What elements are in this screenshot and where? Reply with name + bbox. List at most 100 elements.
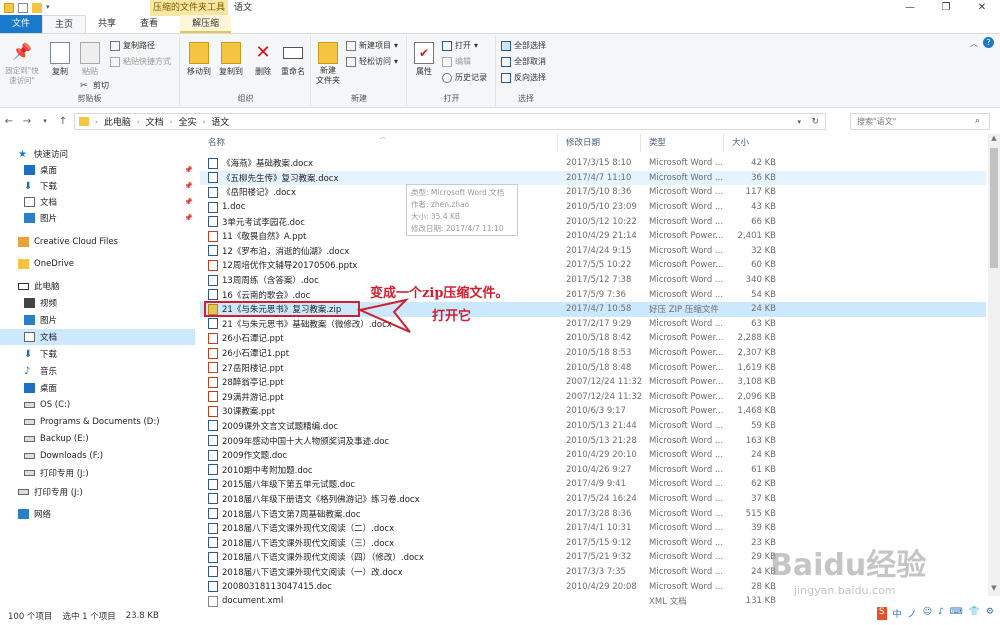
- file-row[interactable]: 26小石潭记.ppt 2010/5/18 8:42 Microsoft Power.…: [200, 331, 986, 346]
- invert-selection-button[interactable]: 反向选择: [501, 72, 546, 83]
- pin-icon[interactable]: 📌: [184, 166, 193, 174]
- properties-button[interactable]: ✔ 属性: [408, 40, 440, 77]
- file-row[interactable]: 12周培优作文辅导20170506.pptx 2017/5/5 10:22 Micr…: [200, 258, 986, 273]
- nav-item-drive-j-root[interactable]: 打印专用 (J:): [18, 484, 83, 500]
- file-row[interactable]: 2009作文题.doc 2010/4/29 20:10 Microsoft Word…: [200, 448, 986, 463]
- chevron-right-icon[interactable]: ›: [137, 118, 140, 126]
- minimize-button[interactable]: —: [892, 0, 928, 16]
- nav-item-this-pc[interactable]: 此电脑: [18, 278, 60, 294]
- file-row[interactable]: 2015届八年级下第五单元试题.doc 2017/4/9 9:41 Microsof…: [200, 477, 986, 492]
- new-folder-button[interactable]: 新建 文件夹: [312, 40, 344, 86]
- cut-button[interactable]: ✂ 剪切: [80, 80, 109, 91]
- sogou-icon[interactable]: S: [876, 607, 887, 620]
- history-button[interactable]: 历史记录: [442, 72, 487, 83]
- rename-button[interactable]: 重命名: [277, 40, 309, 77]
- file-row[interactable]: 12《罗布泊，消逝的仙湖》.docx 2017/4/24 9:15 Microsof…: [200, 244, 986, 259]
- nav-item-desktop-pc[interactable]: 桌面: [24, 380, 57, 396]
- scroll-down-icon[interactable]: ▼: [988, 584, 1000, 596]
- pin-icon[interactable]: 📌: [184, 214, 193, 222]
- emoji-icon[interactable]: ☺: [923, 607, 932, 620]
- file-row[interactable]: 28醉翁亭记.ppt 2007/12/24 11:32 Microsoft Powe…: [200, 375, 986, 390]
- ribbon-collapse-icon[interactable]: ︿: [970, 38, 978, 49]
- file-row[interactable]: 30课教案.ppt 2010/6/3 9:17 Microsoft Power...…: [200, 404, 986, 419]
- paste-button[interactable]: 粘贴: [74, 40, 106, 77]
- chevron-down-icon[interactable]: ▾: [797, 118, 801, 126]
- nav-item-network[interactable]: 网络: [18, 506, 51, 522]
- paste-shortcut-button[interactable]: 粘贴快捷方式: [110, 56, 171, 67]
- nav-item-documents[interactable]: 文档: [24, 194, 57, 210]
- select-all-button[interactable]: 全部选择: [501, 40, 546, 51]
- select-none-button[interactable]: 全部取消: [501, 56, 546, 67]
- nav-item-drive-j[interactable]: 打印专用 (J:): [24, 465, 89, 481]
- new-folder-icon[interactable]: [32, 3, 42, 13]
- nav-item-drive-c[interactable]: OS (C:): [24, 397, 70, 413]
- breadcrumb-item[interactable]: 文档: [146, 115, 164, 128]
- up-arrow-icon[interactable]: ↑: [54, 116, 72, 127]
- file-row[interactable]: 2018届八年级下册语文《格列佛游记》练习卷.docx 2017/5/24 16:…: [200, 492, 986, 507]
- breadcrumb-item[interactable]: 语文: [211, 115, 229, 128]
- properties-icon[interactable]: [18, 3, 28, 13]
- open-button[interactable]: 打开 ▾: [442, 40, 478, 51]
- chevron-right-icon[interactable]: ›: [202, 118, 205, 126]
- scroll-up-icon[interactable]: ▲: [988, 134, 1000, 146]
- move-to-button[interactable]: 移动到: [183, 40, 215, 77]
- vertical-scrollbar[interactable]: ▲ ▼: [988, 134, 1000, 596]
- chevron-down-icon[interactable]: ▾: [46, 3, 54, 13]
- copy-to-button[interactable]: 复制到: [215, 40, 247, 77]
- skin-icon[interactable]: 👕: [969, 607, 980, 620]
- edit-button[interactable]: 编辑: [442, 56, 471, 67]
- nav-item-downloads-pc[interactable]: ⬇ 下载: [24, 346, 57, 362]
- file-row[interactable]: 27岳阳楼记.ppt 2010/5/18 8:48 Microsoft Power.…: [200, 360, 986, 375]
- column-header-size[interactable]: 大小: [724, 134, 784, 152]
- file-row[interactable]: 2018届八下语文第7周基础教案.doc 2017/3/28 8:36 Micros…: [200, 506, 986, 521]
- close-button[interactable]: ✕: [964, 0, 1000, 16]
- nav-item-videos[interactable]: 视频: [24, 295, 57, 311]
- file-row[interactable]: 21《与朱元思书》基础教案（微修改）.docx 2017/2/17 9:29 Mic…: [200, 317, 986, 332]
- chevron-down-icon[interactable]: ▾: [36, 117, 54, 125]
- pin-quick-access-button[interactable]: 📌 固定到"快速访问": [2, 40, 42, 86]
- breadcrumb-item[interactable]: 全实: [178, 115, 196, 128]
- tab-file[interactable]: 文件: [0, 15, 43, 33]
- file-row[interactable]: 3单元考试李园花.doc 2010/5/12 10:22 Microsoft Wor…: [200, 214, 986, 229]
- settings-icon[interactable]: ⚙: [986, 607, 994, 620]
- voice-icon[interactable]: ♪: [938, 607, 944, 620]
- file-row[interactable]: 1.doc 2010/5/10 23:09 Microsoft Word ... 43…: [200, 200, 986, 215]
- new-item-button[interactable]: 新建项目 ▾: [346, 40, 398, 51]
- file-row[interactable]: 2009年感动中国十大人物颁奖词及事迹.doc 2010/5/13 21:28 Mi…: [200, 433, 986, 448]
- nav-item-pictures-pc[interactable]: 图片: [24, 312, 57, 328]
- nav-item-documents-pc[interactable]: 文档: [0, 329, 195, 345]
- tab-view[interactable]: 查看: [128, 15, 170, 33]
- help-icon[interactable]: ?: [983, 37, 994, 48]
- nav-item-onedrive[interactable]: OneDrive: [18, 256, 74, 272]
- column-header-type[interactable]: 类型: [641, 134, 724, 152]
- nav-item-pictures[interactable]: 图片: [24, 210, 57, 226]
- file-row[interactable]: 《五柳先生传》复习教案.docx 2017/4/7 11:10 Microsoft …: [200, 170, 986, 186]
- keyboard-icon[interactable]: ⌨: [950, 607, 963, 620]
- file-row[interactable]: 16《云南的歌会》.doc 2017/5/9 7:36 Microsoft Word…: [200, 287, 986, 302]
- file-row[interactable]: 26小石潭记1.ppt 2010/5/18 8:53 Microsoft Power…: [200, 346, 986, 361]
- language-mode-icon[interactable]: 中: [893, 607, 902, 620]
- scrollbar-thumb[interactable]: [990, 148, 998, 268]
- forward-arrow-icon[interactable]: →: [18, 116, 36, 127]
- address-field[interactable]: › 此电脑 › 文档 › 全实 › 语文 ▾ ↻: [74, 113, 826, 130]
- file-row[interactable]: 《岳阳楼记》.docx 2017/5/10 8:36 Microsoft Word …: [200, 185, 986, 200]
- nav-item-downloads[interactable]: ⬇ 下载: [24, 178, 57, 194]
- maximize-button[interactable]: ❐: [928, 0, 964, 16]
- file-row[interactable]: 2010期中考附加题.doc 2010/4/26 9:27 Microsoft Wo…: [200, 462, 986, 477]
- copy-button[interactable]: 复制: [44, 40, 76, 77]
- column-header-date[interactable]: 修改日期: [558, 134, 641, 152]
- pin-icon[interactable]: 📌: [184, 182, 193, 190]
- tab-share[interactable]: 共享: [86, 15, 128, 33]
- tab-home[interactable]: 主页: [42, 15, 87, 33]
- search-input[interactable]: 搜索"语文" ⌕: [850, 113, 990, 130]
- column-header-name[interactable]: 名称: [200, 134, 558, 152]
- chevron-right-icon[interactable]: ›: [170, 118, 173, 126]
- punctuation-icon[interactable]: ノ: [908, 607, 917, 620]
- file-row[interactable]: 11《敬畏自然》A.ppt 2010/4/29 21:14 Microsoft Po…: [200, 229, 986, 244]
- copy-path-button[interactable]: 复制路径: [110, 40, 155, 51]
- file-row[interactable]: 2009课外文言文试题精编.doc 2010/5/13 21:44 Microsof…: [200, 419, 986, 434]
- breadcrumb-item[interactable]: 此电脑: [104, 115, 131, 128]
- nav-item-drive-d[interactable]: Programs & Documents (D:): [24, 414, 160, 430]
- file-row[interactable]: 2018届八下语文课外现代文阅读（二）.docx 2017/4/1 10:31 Mi…: [200, 521, 986, 536]
- nav-item-drive-e[interactable]: Backup (E:): [24, 431, 89, 447]
